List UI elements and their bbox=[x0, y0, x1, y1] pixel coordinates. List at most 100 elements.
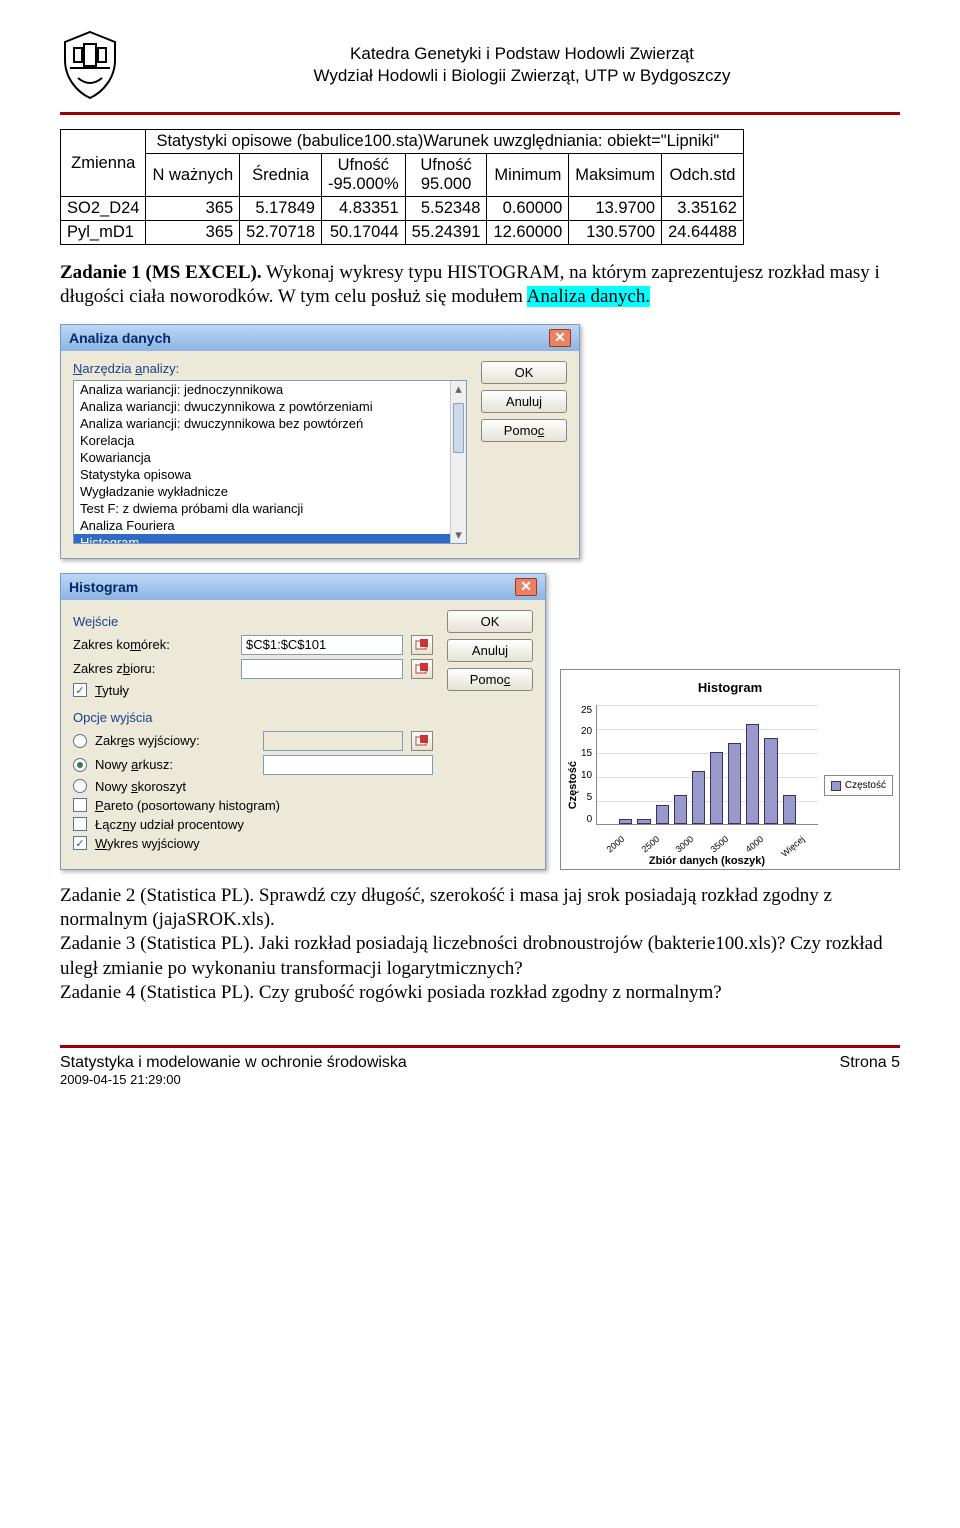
th-conf-lo: Ufność-95.000% bbox=[322, 154, 406, 197]
legend-label: Częstość bbox=[845, 780, 886, 791]
titles-label: Tytuły bbox=[95, 683, 129, 698]
scrollbar[interactable]: ▴ ▾ bbox=[450, 381, 466, 543]
tools-label: Narzędzia analizy: bbox=[73, 361, 467, 376]
legend-swatch-icon bbox=[831, 781, 841, 791]
output-range-input[interactable] bbox=[263, 731, 403, 751]
help-button[interactable]: Pomoc bbox=[447, 668, 533, 691]
col-variable: Zmienna bbox=[61, 130, 146, 197]
cells-input[interactable]: $C$1:$C$101 bbox=[241, 635, 403, 655]
bar bbox=[710, 752, 723, 823]
statistics-table: Zmienna Statystyki opisowe (babulice100.… bbox=[60, 129, 900, 245]
th-mean: Średnia bbox=[240, 154, 322, 197]
ref-picker-icon[interactable] bbox=[411, 635, 433, 655]
th-min: Minimum bbox=[487, 154, 569, 197]
bar bbox=[637, 819, 650, 824]
output-group-label: Opcje wyjścia bbox=[73, 710, 433, 725]
footer-title: Statystyka i modelowanie w ochronie środ… bbox=[60, 1054, 407, 1072]
table-row: Pyl_mD1 365 52.70718 50.17044 55.24391 1… bbox=[61, 221, 744, 245]
bar bbox=[692, 771, 705, 823]
output-range-radio[interactable] bbox=[73, 734, 87, 748]
table-row: SO2_D24 365 5.17849 4.83351 5.52348 0.60… bbox=[61, 197, 744, 221]
pareto-checkbox[interactable] bbox=[73, 798, 87, 812]
bins-input[interactable] bbox=[241, 659, 403, 679]
histogram-dialog: Histogram ✕ Wejście Zakres komórek: $C$1… bbox=[60, 573, 546, 870]
bars-area bbox=[596, 705, 818, 825]
chart-legend: Częstość bbox=[824, 775, 893, 796]
cancel-button[interactable]: Anuluj bbox=[447, 639, 533, 662]
university-logo bbox=[60, 30, 120, 100]
ref-picker-icon[interactable] bbox=[411, 659, 433, 679]
list-item[interactable]: Kowariancja bbox=[74, 449, 466, 466]
new-sheet-input[interactable] bbox=[263, 755, 433, 775]
ok-button[interactable]: OK bbox=[447, 610, 533, 633]
th-n: N ważnych bbox=[146, 154, 240, 197]
histogram-chart: Histogram Częstość 25 20 15 10 5 0 bbox=[560, 669, 900, 870]
ref-picker-icon[interactable] bbox=[411, 731, 433, 751]
row-label: Pyl_mD1 bbox=[61, 221, 146, 245]
page-header: Katedra Genetyki i Podstaw Hodowli Zwier… bbox=[60, 30, 900, 115]
bar bbox=[674, 795, 687, 824]
chart-output-checkbox[interactable]: ✓ bbox=[73, 836, 87, 850]
close-icon[interactable]: ✕ bbox=[515, 578, 537, 596]
bar bbox=[746, 724, 759, 824]
list-item[interactable]: Statystyka opisowa bbox=[74, 466, 466, 483]
input-group-label: Wejście bbox=[73, 614, 433, 629]
list-item[interactable]: Analiza wariancji: jednoczynnikowa bbox=[74, 381, 466, 398]
scroll-thumb[interactable] bbox=[453, 403, 464, 453]
list-item-selected[interactable]: Histogram bbox=[74, 534, 466, 544]
x-axis-labels: 2000 2500 3000 3500 4000 Więcej bbox=[596, 825, 818, 837]
chart-output-label: Wykres wyjściowy bbox=[95, 836, 200, 851]
bottom-tasks: Zadanie 2 (Statistica PL). Sprawdź czy d… bbox=[60, 884, 900, 1006]
analiza-danych-dialog: Analiza danych ✕ Narzędzia analizy: Anal… bbox=[60, 324, 580, 559]
header-line2: Wydział Hodowli i Biologii Zwierząt, UTP… bbox=[144, 65, 900, 87]
bar bbox=[656, 805, 669, 824]
list-item[interactable]: Analiza Fouriera bbox=[74, 517, 466, 534]
list-item[interactable]: Analiza wariancji: dwuczynnikowa z powtó… bbox=[74, 398, 466, 415]
new-workbook-label: Nowy skoroszyt bbox=[95, 779, 186, 794]
help-button[interactable]: Pomoc bbox=[481, 419, 567, 442]
new-workbook-radio[interactable] bbox=[73, 779, 87, 793]
y-axis: 25 20 15 10 5 0 bbox=[581, 705, 596, 825]
table-title: Statystyki opisowe (babulice100.sta)Waru… bbox=[146, 130, 743, 154]
list-item[interactable]: Test F: z dwiema próbami dla wariancji bbox=[74, 500, 466, 517]
cumulative-checkbox[interactable] bbox=[73, 817, 87, 831]
cumulative-label: Łączny udział procentowy bbox=[95, 817, 244, 832]
new-sheet-radio[interactable] bbox=[73, 758, 87, 772]
page-footer: Statystyka i modelowanie w ochronie środ… bbox=[60, 1045, 900, 1087]
th-conf-hi: Ufność95.000 bbox=[405, 154, 487, 197]
footer-timestamp: 2009-04-15 21:29:00 bbox=[60, 1072, 407, 1087]
cancel-button[interactable]: Anuluj bbox=[481, 390, 567, 413]
bar bbox=[619, 819, 632, 824]
bar bbox=[728, 743, 741, 824]
close-icon[interactable]: ✕ bbox=[549, 329, 571, 347]
titles-checkbox[interactable]: ✓ bbox=[73, 683, 87, 697]
task3-label: Zadanie 3 (Statistica PL). bbox=[60, 933, 254, 954]
list-item[interactable]: Wygładzanie wykładnicze bbox=[74, 483, 466, 500]
list-item[interactable]: Korelacja bbox=[74, 432, 466, 449]
scroll-down-icon[interactable]: ▾ bbox=[451, 527, 466, 543]
dialog-title: Histogram bbox=[69, 579, 138, 595]
bar bbox=[764, 738, 777, 824]
task1-label: Zadanie 1 (MS EXCEL). bbox=[60, 262, 262, 283]
task1-text: Zadanie 1 (MS EXCEL). Wykonaj wykresy ty… bbox=[60, 261, 900, 310]
row-label: SO2_D24 bbox=[61, 197, 146, 221]
new-sheet-label: Nowy arkusz: bbox=[95, 757, 255, 772]
cells-label: Zakres komórek: bbox=[73, 637, 233, 652]
bar bbox=[783, 795, 796, 824]
ok-button[interactable]: OK bbox=[481, 361, 567, 384]
th-std: Odch.std bbox=[662, 154, 744, 197]
output-range-label: Zakres wyjściowy: bbox=[95, 733, 255, 748]
list-item[interactable]: Analiza wariancji: dwuczynnikowa bez pow… bbox=[74, 415, 466, 432]
task4-label: Zadanie 4 (Statistica PL). bbox=[60, 982, 254, 1003]
scroll-up-icon[interactable]: ▴ bbox=[451, 381, 466, 397]
pareto-label: Pareto (posortowany histogram) bbox=[95, 798, 280, 813]
th-max: Maksimum bbox=[569, 154, 662, 197]
y-axis-label: Częstość bbox=[567, 761, 579, 809]
highlight-analiza-danych: Analiza danych. bbox=[527, 286, 650, 307]
tools-listbox[interactable]: Analiza wariancji: jednoczynnikowa Anali… bbox=[73, 380, 467, 544]
task2-label: Zadanie 2 (Statistica PL). bbox=[60, 885, 254, 906]
bins-label: Zakres zbioru: bbox=[73, 661, 233, 676]
header-line1: Katedra Genetyki i Podstaw Hodowli Zwier… bbox=[144, 43, 900, 65]
chart-title: Histogram bbox=[567, 680, 893, 695]
dialog-title: Analiza danych bbox=[69, 330, 171, 346]
